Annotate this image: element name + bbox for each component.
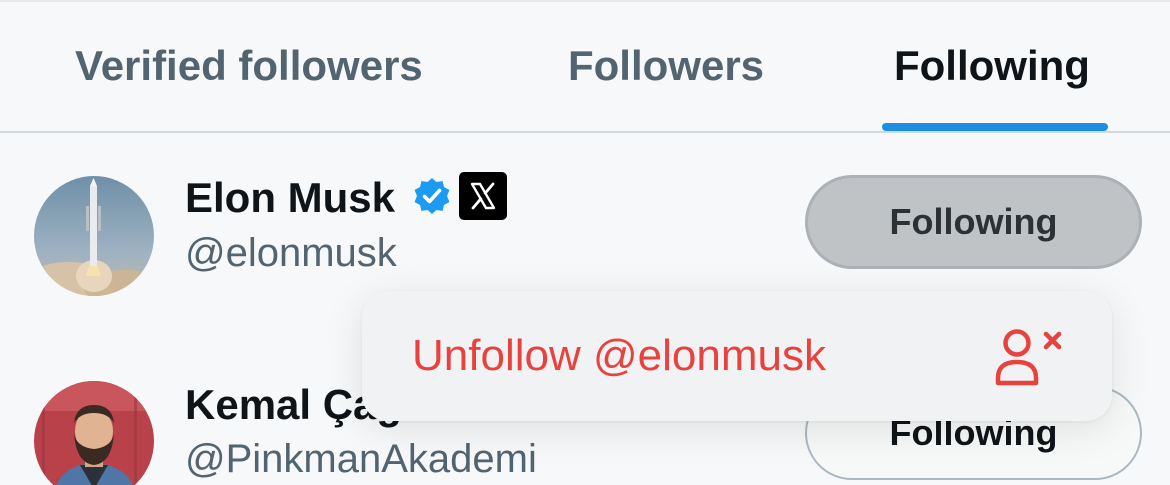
verified-badge-icon [414, 178, 450, 214]
display-name[interactable]: Elon Musk [185, 174, 395, 222]
following-list-screen: Verified followers Followers Following E… [0, 0, 1170, 485]
active-tab-indicator [882, 123, 1108, 131]
tab-bar: Verified followers Followers Following [0, 0, 1170, 133]
unfollow-context-menu: Unfollow @elonmusk [362, 291, 1112, 421]
tab-followers[interactable]: Followers [568, 42, 764, 90]
tab-verified-followers[interactable]: Verified followers [75, 42, 423, 90]
remove-user-icon[interactable] [995, 328, 1065, 388]
unfollow-menu-item[interactable]: Unfollow @elonmusk [412, 331, 826, 381]
following-button[interactable]: Following [805, 175, 1142, 269]
tab-following[interactable]: Following [894, 42, 1090, 90]
avatar-pinkmanakademi[interactable] [34, 381, 154, 485]
avatar-elonmusk[interactable] [34, 176, 154, 296]
username-handle: @PinkmanAkademi [185, 437, 537, 481]
x-logo-icon [459, 172, 507, 220]
username-handle: @elonmusk [185, 231, 397, 275]
